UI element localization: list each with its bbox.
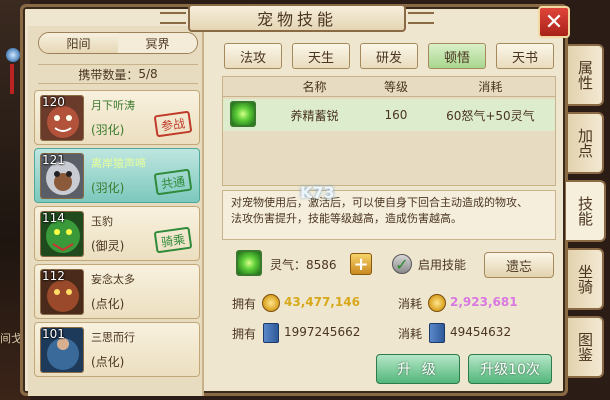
realm-tabs: 阳间 冥界 [38, 32, 198, 54]
pet-level: 114 [42, 211, 65, 225]
pet-card[interactable]: 114 玉豹 (御灵) 骑乘 [34, 206, 200, 261]
title-ornament-left [160, 12, 186, 24]
pet-name: 月下听涛 [91, 99, 135, 112]
window-title-banner: 宠物技能 [160, 4, 434, 32]
side-tab-attributes[interactable]: 属性 [568, 44, 604, 106]
pet-type: (羽化) [91, 181, 125, 195]
spirit-icon [236, 250, 262, 276]
stamp-battle-badge: 参战 [153, 110, 193, 138]
pet-card-selected[interactable]: 121 离岸猿声啼 (羽化) 共通 [34, 148, 200, 203]
gold-cost-value: 2,923,681 [450, 295, 518, 309]
tab-research[interactable]: 研发 [360, 43, 418, 69]
upgrade-ten-button[interactable]: 升级10次 [468, 354, 552, 384]
skill-table: 名称 等级 消耗 养精蓄锐 160 60怒气+50灵气 [222, 76, 556, 186]
row-skill-cost: 60怒气+50灵气 [446, 108, 535, 123]
carry-count: 携带数量： 5/8 [38, 64, 198, 84]
close-button[interactable]: ✕ [538, 6, 570, 38]
pet-card[interactable]: 112 妄念太多 (点化) [34, 264, 200, 319]
table-header: 名称 等级 消耗 [223, 77, 555, 97]
spirit-value: 8586 [306, 258, 337, 272]
side-tab-skills[interactable]: 技能 [566, 180, 606, 242]
header-cost: 消耗 [478, 80, 503, 94]
add-spirit-button[interactable]: + [350, 253, 372, 275]
window-title: 宠物技能 [256, 10, 337, 29]
pet-level: 101 [42, 327, 65, 341]
spirit-row: 灵气：8586 + ✓ 启用技能 遗忘 [222, 250, 556, 280]
pet-type: (点化) [91, 355, 125, 369]
pet-card[interactable]: 101 三思而行 (点化) [34, 322, 200, 377]
pet-name: 玉豹 [91, 215, 113, 228]
pet-level: 121 [42, 153, 65, 167]
carry-count-label: 携带数量： [78, 67, 139, 82]
row-skill-name: 养精蓄锐 [290, 108, 339, 123]
stamp-shared-badge: 共通 [153, 168, 193, 196]
tab-innate[interactable]: 天生 [292, 43, 350, 69]
forget-button[interactable]: 遗忘 [484, 252, 554, 278]
cost-label: 消耗 [398, 327, 423, 341]
description-line: 对宠物使用后，激活后，可以使自身下回合主动造成的物攻、 [231, 196, 528, 209]
stamp-mount-badge: 骑乘 [153, 226, 193, 254]
book-cost-value: 49454632 [450, 325, 512, 339]
header-name: 名称 [302, 80, 327, 94]
side-tab-label: 加点 [576, 128, 594, 158]
side-tab-label: 图鉴 [576, 332, 594, 362]
spirit-label: 灵气： [270, 258, 307, 272]
pet-type: (御灵) [91, 239, 125, 253]
gold-owned-value: 43,477,146 [284, 295, 360, 309]
spirit-display: 灵气：8586 [270, 256, 337, 273]
pet-name: 离岸猿声啼 [91, 157, 146, 170]
row-skill-level: 160 [384, 108, 408, 122]
tab-magic-attack[interactable]: 法攻 [224, 43, 282, 69]
green-flame-icon [229, 100, 256, 127]
cost-label: 消耗 [398, 297, 423, 311]
side-tab-label: 属性 [576, 60, 594, 90]
side-tab-mount[interactable]: 坐骑 [568, 248, 604, 310]
check-icon: ✓ [395, 254, 409, 274]
pet-name: 三思而行 [91, 331, 135, 344]
tab-yangjian[interactable]: 阳间 [39, 33, 118, 53]
enable-skill-checkbox[interactable]: ✓ [392, 254, 412, 274]
pet-level: 120 [42, 95, 65, 109]
side-tab-points[interactable]: 加点 [568, 112, 604, 174]
row-icon-cell [223, 100, 263, 130]
gold-coin-icon [262, 294, 280, 312]
pet-level: 112 [42, 269, 65, 283]
close-icon: ✕ [544, 9, 564, 35]
side-tab-label: 坐骑 [576, 264, 594, 294]
book-owned-value: 1997245662 [284, 325, 361, 339]
carry-count-value: 5/8 [138, 67, 158, 81]
book-resource-row: 拥有 1997245662 消耗 49454632 [222, 322, 556, 346]
side-tab-handbook[interactable]: 图鉴 [568, 316, 604, 378]
tab-mingjie[interactable]: 冥界 [118, 33, 197, 53]
owned-label: 拥有 [232, 297, 257, 311]
pet-type: (点化) [91, 297, 125, 311]
skill-description: 对宠物使用后，激活后，可以使自身下回合主动造成的物攻、 法攻伤害提升，技能等级越… [222, 190, 556, 240]
skill-book-icon [429, 323, 445, 343]
gold-resource-row: 拥有 43,477,146 消耗 2,923,681 [222, 292, 556, 316]
tab-enlightenment[interactable]: 顿悟 [428, 43, 486, 69]
owned-label: 拥有 [232, 327, 257, 341]
tassel-decoration [10, 64, 14, 94]
title-ornament-right [408, 12, 434, 24]
pet-card[interactable]: 120 月下听涛 (羽化) 参战 [34, 90, 200, 145]
table-row[interactable]: 养精蓄锐 160 60怒气+50灵气 [223, 99, 555, 131]
upgrade-button[interactable]: 升 级 [376, 354, 460, 384]
gem-icon [6, 48, 20, 62]
gold-coin-icon [428, 294, 446, 312]
pet-name: 妄念太多 [91, 273, 135, 286]
watermark-logo: K73 [300, 183, 335, 202]
pet-type: (羽化) [91, 123, 125, 137]
header-level: 等级 [383, 80, 408, 94]
side-tab-label: 技能 [576, 196, 594, 226]
description-line: 法攻伤害提升，技能等级越高，造成伤害越高。 [231, 212, 462, 225]
tab-heavenly-book[interactable]: 天书 [496, 43, 554, 69]
plus-icon: + [353, 253, 369, 275]
skill-book-icon [263, 323, 279, 343]
enable-skill-label: 启用技能 [418, 258, 467, 272]
